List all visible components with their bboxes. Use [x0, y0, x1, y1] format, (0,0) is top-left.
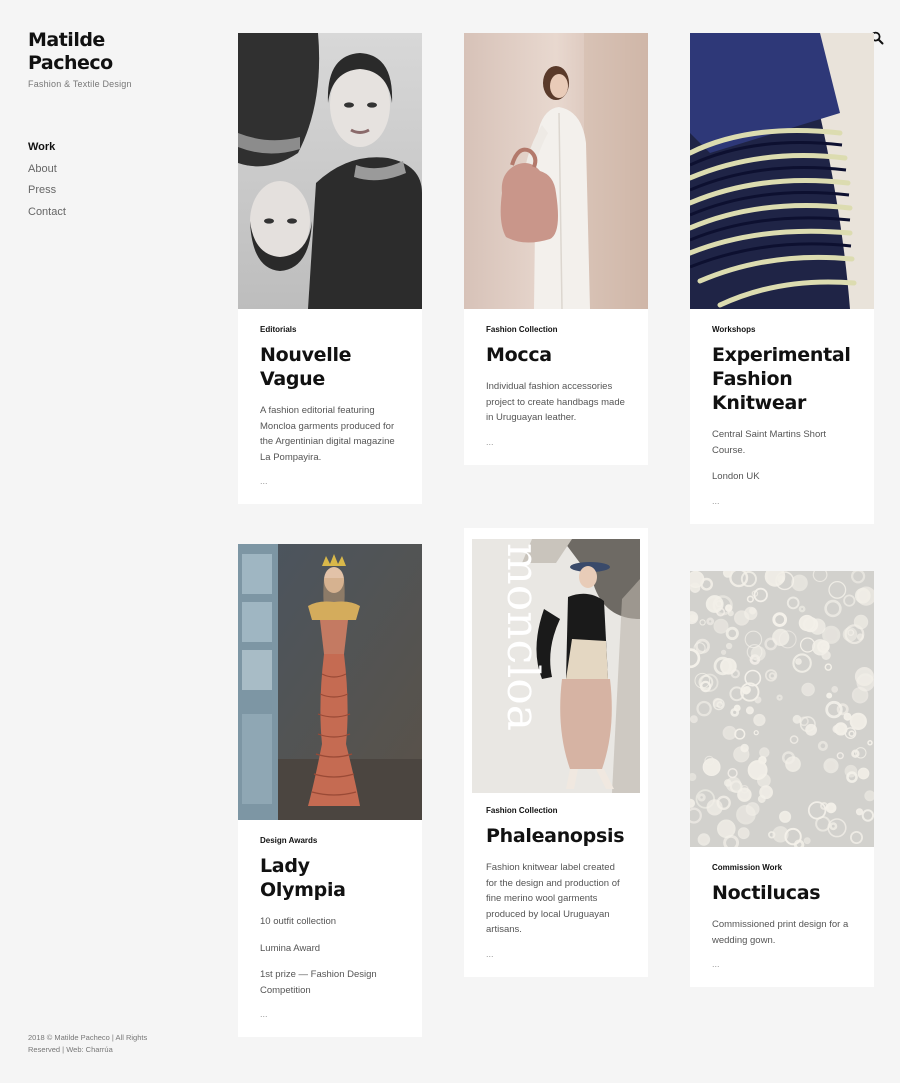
project-card-phaleanopsis[interactable]: moncloa Fashion Collection Phaleanopsis …	[464, 528, 648, 977]
project-award: Lumina Award	[260, 942, 321, 954]
project-image[interactable]	[238, 33, 422, 309]
project-image[interactable]	[238, 544, 422, 820]
project-title[interactable]: Experimental Fashion Knitwear	[712, 343, 852, 415]
read-more-link[interactable]: ...	[486, 437, 626, 447]
read-more-link[interactable]: ...	[260, 476, 400, 486]
nav-item-press[interactable]: Press	[28, 180, 66, 202]
project-title[interactable]: Nouvelle Vague	[260, 343, 400, 391]
project-card-experimental-fashion-knitwear[interactable]: Workshops Experimental Fashion Knitwear …	[690, 33, 874, 524]
footer-copyright: 2018 © Matilde Pacheco | All Rights Rese…	[28, 1033, 148, 1054]
brand-name[interactable]: Matilde Pacheco	[28, 29, 148, 75]
project-description: A fashion editorial featuring Moncloa ga…	[260, 405, 395, 463]
project-category: Workshops	[712, 325, 756, 334]
nav-item-about[interactable]: About	[28, 159, 66, 181]
project-location: London UK	[712, 471, 760, 482]
model-handbag-image	[464, 33, 648, 309]
project-title[interactable]: Mocca	[486, 343, 626, 367]
project-description: 10 outfit collection	[260, 916, 337, 927]
nav-item-contact[interactable]: Contact	[28, 202, 66, 224]
print-pattern-image	[690, 571, 874, 847]
project-prize: 1st prize — Fashion Design Competition	[260, 969, 377, 996]
knitwear-closeup-image	[690, 33, 874, 309]
brand-subtitle: Fashion & Textile Design	[28, 79, 132, 89]
project-card-mocca[interactable]: Fashion Collection Mocca Individual fash…	[464, 33, 648, 465]
project-category: Design Awards	[260, 836, 318, 845]
brand[interactable]: Matilde Pacheco Fashion & Textile Design	[28, 29, 148, 89]
project-description: Commissioned print design for a wedding …	[712, 919, 849, 946]
editorial-portrait-image	[238, 33, 422, 309]
read-more-link[interactable]: ...	[486, 949, 626, 959]
project-card-noctilucas[interactable]: Commission Work Noctilucas Commissioned …	[690, 571, 874, 987]
project-title[interactable]: Lady Olympia	[260, 854, 400, 902]
project-image[interactable]	[464, 33, 648, 309]
main-nav: Work About Press Contact	[28, 137, 66, 223]
project-category: Fashion Collection	[486, 325, 558, 334]
project-category: Commission Work	[712, 863, 783, 872]
project-image[interactable]	[690, 571, 874, 847]
read-more-link[interactable]: ...	[260, 1009, 400, 1019]
moncloa-campaign-image: moncloa	[472, 539, 640, 793]
project-description: Fashion knitwear label created for the d…	[486, 862, 620, 935]
project-category: Editorials	[260, 325, 297, 334]
gown-model-image	[238, 544, 422, 820]
project-card-lady-olympia[interactable]: Design Awards Lady Olympia 10 outfit col…	[238, 544, 422, 1037]
project-category: Fashion Collection	[486, 806, 558, 815]
read-more-link[interactable]: ...	[712, 496, 852, 506]
project-title[interactable]: Phaleanopsis	[486, 824, 626, 848]
project-description: Individual fashion accessories project t…	[486, 381, 625, 423]
project-title[interactable]: Noctilucas	[712, 881, 852, 905]
project-image[interactable]: moncloa	[464, 528, 648, 804]
project-card-nouvelle-vague[interactable]: Editorials Nouvelle Vague A fashion edit…	[238, 33, 422, 504]
moncloa-brand-text: moncloa	[497, 543, 548, 731]
read-more-link[interactable]: ...	[712, 959, 852, 969]
project-image[interactable]	[690, 33, 874, 309]
project-description: Central Saint Martins Short Course.	[712, 429, 827, 456]
nav-item-work[interactable]: Work	[28, 137, 66, 159]
